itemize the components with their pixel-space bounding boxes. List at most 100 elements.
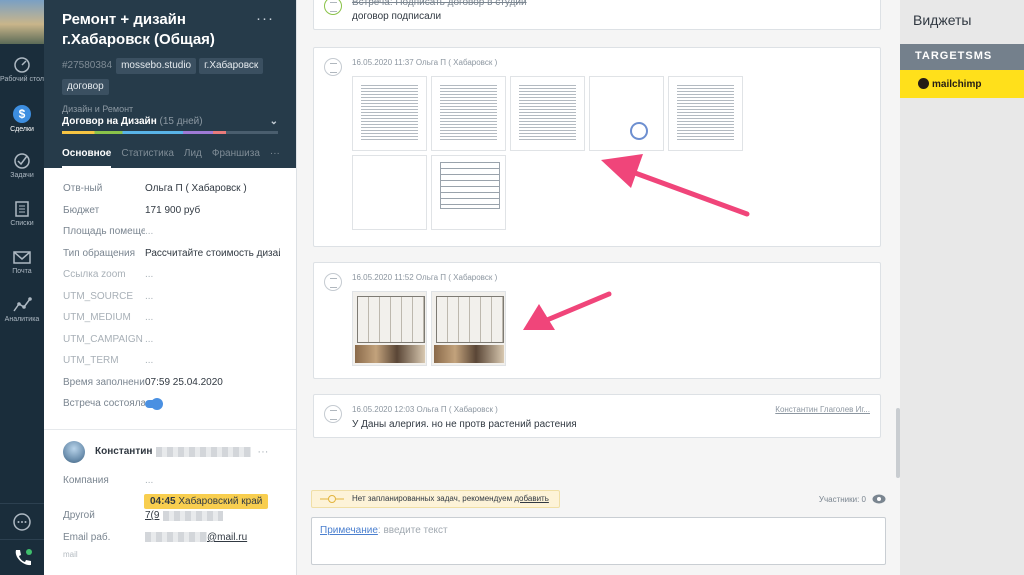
attachment-thumbnail[interactable] bbox=[510, 76, 585, 151]
nav-label: Аналитика bbox=[4, 316, 40, 323]
nav-item-lists[interactable]: Списки bbox=[0, 188, 44, 236]
field-row[interactable]: UTM_MEDIUM... bbox=[63, 307, 296, 329]
meeting-toggle[interactable] bbox=[145, 397, 163, 410]
nav-item-analytics[interactable]: Аналитика bbox=[0, 284, 44, 332]
stage-select[interactable]: Договор на Дизайн (15 дней) ⌄ bbox=[62, 116, 278, 127]
phone-field[interactable]: 7(9 bbox=[145, 510, 280, 521]
field-label: UTM_CAMPAIGN bbox=[63, 333, 143, 345]
lead-title[interactable]: Ремонт + дизайн г.Хабаровск (Общая) bbox=[62, 10, 262, 50]
field-value[interactable]: Ольга П ( Хабаровск ) bbox=[145, 183, 280, 194]
phone-button[interactable] bbox=[0, 539, 44, 575]
field-label: Другой bbox=[63, 510, 95, 522]
attachment-thumbnail[interactable] bbox=[431, 155, 506, 230]
field-value[interactable]: ... bbox=[145, 355, 280, 366]
tab-statistics[interactable]: Статистика bbox=[121, 142, 174, 168]
field-row[interactable]: Компания... bbox=[63, 470, 296, 492]
field-row[interactable]: Ссылка zoom... bbox=[63, 264, 296, 286]
field-value[interactable]: ... bbox=[145, 334, 280, 345]
attachment-thumbnail[interactable] bbox=[589, 76, 664, 151]
email-field[interactable]: @mail.ru bbox=[145, 532, 280, 543]
tasks-banner: Нет запланированных задач, рекомендуем д… bbox=[311, 490, 560, 508]
field-row[interactable]: Отв-ный Ольга П ( Хабаровск ) bbox=[63, 178, 296, 200]
add-task-link[interactable]: добавить bbox=[514, 494, 549, 503]
field-row[interactable]: Встреча состоялась bbox=[63, 393, 296, 415]
field-row[interactable]: Бюджет 171 900 руб bbox=[63, 200, 296, 222]
field-row[interactable]: UTM_SOURCE... bbox=[63, 286, 296, 308]
attachment-thumbnail[interactable] bbox=[352, 155, 427, 230]
chat-button[interactable] bbox=[0, 503, 44, 539]
tag[interactable]: г.Хабаровск bbox=[199, 58, 264, 74]
tab-lead[interactable]: Лид bbox=[184, 142, 202, 168]
field-value[interactable]: ... bbox=[145, 475, 280, 486]
composer-type[interactable]: Примечание bbox=[320, 525, 378, 536]
field-label: Бюджет bbox=[63, 204, 100, 216]
field-row[interactable]: Email раб. @mail.ru bbox=[63, 527, 296, 549]
nav-rail: Рабочий стол $ Сделки Задачи Списки Почт… bbox=[0, 0, 44, 575]
field-label: Компания bbox=[63, 474, 109, 486]
attachment-thumbnail[interactable] bbox=[431, 76, 506, 151]
widgets-title: Виджеты bbox=[913, 12, 972, 28]
stage-progress bbox=[62, 131, 278, 134]
nav-label: Списки bbox=[10, 220, 34, 227]
attachment-thumbnail[interactable] bbox=[431, 291, 506, 366]
field-value[interactable]: ... bbox=[145, 291, 280, 302]
tag[interactable]: договор bbox=[62, 79, 109, 95]
field-value[interactable]: 171 900 руб bbox=[145, 205, 280, 216]
participants-count: Участники: 0 bbox=[818, 494, 866, 504]
tab-more[interactable]: ··· bbox=[270, 142, 280, 168]
nav-item-mail[interactable]: Почта bbox=[0, 236, 44, 284]
contact-more-button[interactable]: ··· bbox=[257, 446, 268, 458]
attachment-thumbnail[interactable] bbox=[668, 76, 743, 151]
note-author-link[interactable]: Константин Глаголев Иг... bbox=[775, 405, 870, 414]
participants[interactable]: Участники: 0 bbox=[819, 494, 886, 504]
field-label: Отв-ный bbox=[63, 183, 103, 195]
svg-text:$: $ bbox=[19, 107, 26, 121]
feed: Встреча: Подписать договор в студии дого… bbox=[297, 0, 900, 575]
note-meta: 16.05.2020 12:03 Ольга П ( Хабаровск ) bbox=[352, 405, 498, 414]
nav-label: Рабочий стол bbox=[0, 76, 44, 83]
field-row[interactable]: Время заполнения 07:59 25.04.2020 bbox=[63, 372, 296, 394]
note-meta: 16.05.2020 11:52 Ольга П ( Хабаровск ) bbox=[352, 273, 498, 282]
field-row[interactable]: Тип обращения Рассчитайте стоимость дизай… bbox=[63, 243, 296, 265]
attachment-thumbnail[interactable] bbox=[352, 76, 427, 151]
nav-item-deals[interactable]: $ Сделки bbox=[0, 92, 44, 140]
annotation-arrow bbox=[601, 154, 750, 217]
field-row[interactable]: UTM_TERM... bbox=[63, 350, 296, 372]
field-row[interactable]: Площадь помещения... bbox=[63, 221, 296, 243]
nav-item-tasks[interactable]: Задачи bbox=[0, 140, 44, 188]
note-composer[interactable]: Примечание: введите текст bbox=[311, 517, 886, 565]
field-value[interactable]: ... bbox=[145, 312, 280, 323]
tab-main[interactable]: Основное bbox=[62, 142, 112, 168]
check-icon bbox=[324, 0, 342, 15]
note-icon bbox=[324, 405, 342, 423]
contact-name[interactable]: Константин bbox=[95, 446, 152, 457]
field-value[interactable]: ... bbox=[145, 226, 280, 237]
field-value[interactable]: 07:59 25.04.2020 bbox=[145, 377, 280, 388]
field-value[interactable]: Рассчитайте стоимость дизайн-проекта bbox=[145, 248, 280, 259]
widgets-panel: Виджеты TARGETSMS mailchimp bbox=[900, 0, 1024, 575]
field-label: Площадь помещения bbox=[63, 226, 145, 238]
tab-franchise[interactable]: Франшиза bbox=[212, 142, 260, 168]
field-value[interactable]: ... bbox=[145, 269, 280, 280]
lead-id: #27580384 bbox=[62, 60, 113, 71]
meeting-title: Встреча: Подписать договор в студии bbox=[352, 0, 527, 8]
nav-label: Сделки bbox=[10, 126, 34, 133]
note-title: Встреча: Подписать договор в студии bbox=[352, 0, 527, 8]
tag[interactable]: mossebo.studio bbox=[116, 58, 197, 74]
attachment-thumbnail[interactable] bbox=[352, 291, 427, 366]
contact-block: Константин ··· Компания... 04:45 Хабаров… bbox=[44, 428, 296, 559]
field-label: Email раб. bbox=[63, 531, 111, 543]
note-icon bbox=[324, 58, 342, 76]
lead-header: Ремонт + дизайн г.Хабаровск (Общая) ··· … bbox=[44, 0, 296, 168]
contact-header[interactable]: Константин ··· bbox=[63, 440, 296, 464]
field-label: UTM_SOURCE bbox=[63, 290, 134, 302]
tasks-text: Нет запланированных задач, рекомендуем bbox=[352, 494, 513, 503]
account-avatar[interactable] bbox=[0, 0, 44, 44]
lead-fields: Отв-ный Ольга П ( Хабаровск ) Бюджет 171 9… bbox=[44, 168, 296, 415]
lead-more-button[interactable]: ··· bbox=[256, 10, 274, 27]
widget-targetsms[interactable]: TARGETSMS bbox=[900, 44, 1024, 70]
timeline-icon bbox=[320, 495, 344, 503]
nav-item-dashboard[interactable]: Рабочий стол bbox=[0, 44, 44, 92]
widget-mailchimp[interactable]: mailchimp bbox=[900, 70, 1024, 98]
field-row[interactable]: UTM_CAMPAIGN... bbox=[63, 329, 296, 351]
